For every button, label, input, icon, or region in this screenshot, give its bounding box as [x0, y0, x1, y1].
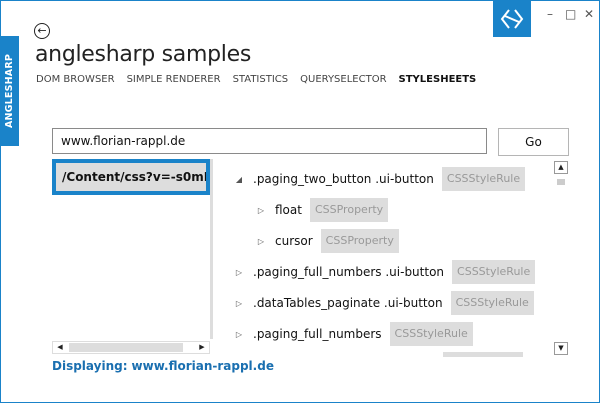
go-button[interactable]: Go	[498, 128, 569, 156]
tree-node[interactable]: ▷ .paging_full_numbers .ui-button CSSSty…	[233, 260, 536, 284]
nav-stylesheets[interactable]: STYLESHEETS	[399, 74, 477, 85]
nav-simple-renderer[interactable]: SIMPLE RENDERER	[127, 74, 221, 85]
pane-splitter[interactable]	[210, 159, 213, 339]
tree-node[interactable]: ▷ float CSSProperty	[255, 198, 389, 222]
partial-badge	[443, 352, 523, 357]
minimize-button[interactable]: –	[547, 7, 553, 21]
scroll-right-icon[interactable]: ▶	[195, 342, 209, 353]
type-badge: CSSStyleRule	[441, 167, 526, 191]
stylesheet-list: /Content/css?v=-s0mDac-	[52, 159, 210, 339]
list-item[interactable]: /Content/css?v=-s0mDac-	[52, 159, 210, 195]
rule-selector: .paging_two_button .ui-button	[253, 172, 434, 186]
expanded-triangle-icon[interactable]: ◢	[233, 175, 245, 184]
nav-dom-browser[interactable]: DOM BROWSER	[36, 74, 115, 85]
rule-selector: .dataTables_paginate .ui-button	[253, 296, 443, 310]
side-label-text: ANGLESHARP SAMPLES	[4, 53, 33, 129]
app-side-label: ANGLESHARP SAMPLES	[1, 36, 33, 146]
type-badge: CSSProperty	[309, 198, 389, 222]
nav-statistics[interactable]: STATISTICS	[233, 74, 289, 85]
back-arrow-icon[interactable]: ←	[34, 23, 50, 39]
rule-selector: .paging_full_numbers .ui-button	[253, 265, 445, 279]
tree-node[interactable]: ▷ cursor CSSProperty	[255, 229, 399, 253]
scroll-up-icon[interactable]: ▲	[554, 161, 568, 174]
collapsed-triangle-icon[interactable]: ▷	[255, 206, 267, 215]
scroll-left-icon[interactable]: ◀	[53, 342, 67, 353]
type-badge: CSSProperty	[320, 229, 399, 253]
nav-queryselector[interactable]: QUERYSELECTOR	[300, 74, 386, 85]
tree-node[interactable]: ▷ .dataTables_paginate .ui-button CSSSty…	[233, 291, 534, 315]
horizontal-scrollbar[interactable]: ◀ ▶	[52, 341, 210, 354]
rule-selector: .paging_full_numbers	[253, 327, 382, 341]
app-logo-icon	[493, 1, 531, 37]
main-nav: DOM BROWSER SIMPLE RENDERER STATISTICS Q…	[36, 74, 476, 85]
list-item-label: /Content/css?v=-s0mDac-	[56, 163, 206, 191]
type-badge: CSSStyleRule	[452, 260, 536, 284]
status-label: Displaying:	[52, 359, 128, 373]
collapsed-triangle-icon[interactable]: ▷	[233, 268, 245, 277]
app-window: ANGLESHARP SAMPLES ← anglesharp samples …	[0, 0, 600, 403]
scroll-thumb[interactable]	[69, 343, 183, 352]
close-button[interactable]: ✕	[584, 7, 594, 21]
collapsed-triangle-icon[interactable]: ▷	[233, 299, 245, 308]
property-name: cursor	[275, 234, 313, 248]
scroll-thumb[interactable]	[557, 179, 565, 185]
tree-node[interactable]: ▷ .paging_full_numbers CSSStyleRule	[233, 322, 473, 346]
tree-node[interactable]: ◢ .paging_two_button .ui-button CSSStyle…	[233, 167, 526, 191]
vertical-scrollbar[interactable]: ▲ ▼	[554, 161, 568, 357]
type-badge: CSSStyleRule	[389, 322, 473, 346]
status-value: www.florian-rappl.de	[131, 359, 274, 373]
scroll-down-icon[interactable]: ▼	[554, 342, 568, 355]
maximize-button[interactable]: □	[565, 7, 576, 21]
collapsed-triangle-icon[interactable]: ▷	[255, 237, 267, 246]
url-input[interactable]: www.florian-rappl.de	[52, 128, 487, 154]
type-badge: CSSStyleRule	[450, 291, 534, 315]
status-text: Displaying: www.florian-rappl.de	[52, 359, 274, 373]
property-name: float	[275, 203, 302, 217]
collapsed-triangle-icon[interactable]: ▷	[233, 330, 245, 339]
page-title: anglesharp samples	[35, 42, 251, 67]
